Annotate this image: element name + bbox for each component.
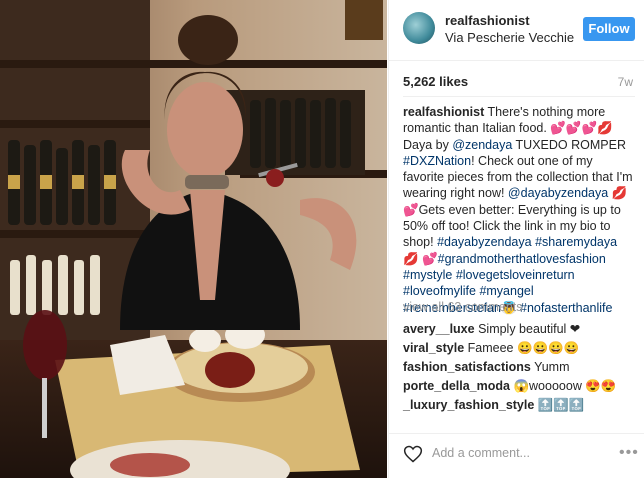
hashtag-link[interactable]: #dayabyzendaya — [437, 235, 532, 249]
post-location[interactable]: Via Pescherie Vecchie — [445, 30, 574, 45]
comment-item: viral_style Fameee 😀😀😀😀 — [403, 339, 635, 358]
likes-count[interactable]: 5,262 likes — [403, 74, 468, 89]
emoji: 💋 — [403, 251, 419, 266]
comment-item: avery__luxe Simply beautiful ❤ — [403, 320, 635, 339]
hashtag-link[interactable]: #myangel — [479, 284, 533, 298]
add-comment-input[interactable]: Add a comment... — [432, 446, 530, 460]
hashtag-link[interactable]: #mystyle — [403, 268, 452, 282]
hashtag-link[interactable]: #DXZNation — [403, 154, 471, 168]
caption-body: There's nothing more romantic than Itali… — [403, 105, 633, 315]
comment-username[interactable]: fashion_satisfactions — [403, 360, 531, 374]
caption-text: TUXEDO ROMPER — [512, 137, 626, 152]
post-photo[interactable] — [0, 0, 387, 478]
comment-list: avery__luxe Simply beautiful ❤ viral_sty… — [403, 320, 635, 415]
post-username[interactable]: realfashionist — [445, 13, 530, 28]
comment-username[interactable]: _luxury_fashion_style — [403, 398, 534, 412]
caption-text: Daya by — [403, 137, 453, 152]
emoji: 💕💕💕💋 — [550, 121, 613, 136]
comment-text: 🔝🔝🔝 — [537, 398, 585, 412]
comment-text: Simply beautiful ❤ — [478, 322, 581, 336]
avatar[interactable] — [403, 12, 435, 44]
emoji: 💕 — [422, 251, 438, 266]
post-caption: realfashionist There's nothing more roma… — [403, 104, 635, 316]
comment-username[interactable]: viral_style — [403, 341, 464, 355]
comment-item: fashion_satisfactions Yumm — [403, 358, 635, 377]
hashtag-link[interactable]: #lovegetsloveinreturn — [456, 268, 575, 282]
post-sidebar: realfashionist Via Pescherie Vecchie Fol… — [388, 0, 644, 478]
follow-button[interactable]: Follow — [583, 17, 635, 41]
hashtag-link[interactable]: @dayabyzendaya — [508, 186, 608, 200]
likes-row: 5,262 likes 7w — [403, 74, 635, 92]
comment-item: porte_della_moda 😱wooooow 😍😍 — [403, 377, 635, 396]
divider — [403, 96, 635, 97]
comment-username[interactable]: avery__luxe — [403, 322, 475, 336]
comment-text: Fameee 😀😀😀😀 — [467, 341, 580, 355]
comment-text: 😱wooooow 😍😍 — [513, 379, 617, 393]
view-all-comments-link[interactable]: view all 63 comments — [403, 300, 523, 314]
post-footer: Add a comment... ••• — [389, 433, 644, 479]
comment-username[interactable]: porte_della_moda — [403, 379, 510, 393]
hashtag-link[interactable]: #loveofmylife — [403, 284, 476, 298]
hashtag-link[interactable]: #grandmotherthatlovesfashion — [438, 252, 606, 266]
post-timestamp[interactable]: 7w — [618, 75, 633, 89]
more-options-icon[interactable]: ••• — [619, 444, 639, 462]
comment-item: _luxury_fashion_style 🔝🔝🔝 — [403, 396, 635, 415]
hashtag-link[interactable]: #nofasterthanlife — [520, 301, 612, 315]
post-header: realfashionist Via Pescherie Vecchie Fol… — [389, 0, 644, 61]
caption-username[interactable]: realfashionist — [403, 105, 484, 119]
comment-text: Yumm — [534, 360, 570, 374]
hashtag-link[interactable]: #sharemydaya — [535, 235, 617, 249]
heart-outline-icon[interactable] — [403, 444, 423, 464]
hashtag-link[interactable]: @zendaya — [452, 138, 512, 152]
